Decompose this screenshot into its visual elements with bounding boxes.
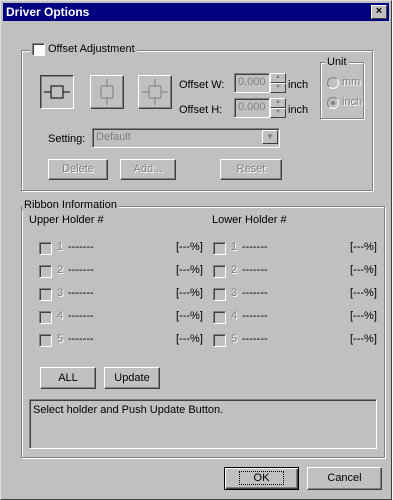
mm-label: mm bbox=[342, 76, 361, 88]
lower-holder-number: 2 bbox=[231, 264, 238, 276]
ok-label: OK bbox=[238, 471, 285, 485]
lower-holder-name: ------- bbox=[242, 310, 268, 322]
upper-holder-percent: [---%] bbox=[176, 241, 203, 253]
offset-w-unit: inch bbox=[288, 79, 309, 91]
unit-group: Unit mm inch bbox=[320, 56, 364, 119]
offset-adjustment-group: Offset Adjustment Offset W: 0.000 ▲ ▼ in… bbox=[21, 43, 373, 191]
upper-holder-number: 5 bbox=[57, 333, 64, 345]
inch-label: inch bbox=[342, 96, 363, 108]
inch-radio[interactable] bbox=[327, 97, 339, 109]
upper-holder-number: 1 bbox=[57, 241, 64, 253]
spin-up-icon: ▲ bbox=[270, 98, 286, 108]
upper-holder-percent: [---%] bbox=[176, 287, 203, 299]
upper-holder-number: 2 bbox=[57, 264, 64, 276]
upper-holder-percent: [---%] bbox=[176, 310, 203, 322]
upper-holder-percent: [---%] bbox=[176, 264, 203, 276]
upper-holder-checkbox[interactable] bbox=[39, 334, 52, 347]
upper-holder-name: ------- bbox=[68, 287, 94, 299]
lower-holder-number: 1 bbox=[231, 241, 238, 253]
lower-holder-number: 4 bbox=[231, 310, 238, 322]
ribbon-information-group: Ribbon Information Upper Holder # Lower … bbox=[21, 199, 385, 458]
mm-radio[interactable] bbox=[327, 77, 339, 89]
spin-down-icon: ▼ bbox=[270, 83, 286, 93]
vertical-offset-icon bbox=[100, 79, 114, 105]
offset-w-spinner[interactable]: ▲ ▼ bbox=[270, 73, 286, 93]
lower-holder-checkbox[interactable] bbox=[213, 311, 226, 324]
lower-holder-percent: [---%] bbox=[350, 310, 377, 322]
status-message: Select holder and Push Update Button. bbox=[29, 399, 377, 449]
lower-holder-name: ------- bbox=[242, 287, 268, 299]
window-title: Driver Options bbox=[6, 5, 90, 19]
title-bar[interactable]: Driver Options × bbox=[3, 3, 389, 21]
offset-adjustment-label: Offset Adjustment bbox=[48, 43, 135, 55]
lower-holder-number: 5 bbox=[231, 333, 238, 345]
offset-w-input[interactable]: 0.000 bbox=[234, 73, 270, 93]
offset-h-label: Offset H: bbox=[179, 104, 223, 116]
all-button[interactable]: ALL bbox=[40, 367, 96, 389]
spin-up-icon: ▲ bbox=[270, 73, 286, 83]
setting-select[interactable]: Default ▼ bbox=[92, 128, 280, 148]
upper-holder-percent: [---%] bbox=[176, 333, 203, 345]
upper-holder-name: ------- bbox=[68, 310, 94, 322]
lower-holder-name: ------- bbox=[242, 264, 268, 276]
horizontal-offset-button[interactable] bbox=[40, 75, 74, 109]
upper-holder-checkbox[interactable] bbox=[39, 242, 52, 255]
offset-w-label: Offset W: bbox=[179, 79, 225, 91]
lower-holder-header: Lower Holder # bbox=[212, 214, 287, 226]
offset-h-spinner[interactable]: ▲ ▼ bbox=[270, 98, 286, 118]
setting-label: Setting: bbox=[48, 133, 86, 145]
ribbon-information-legend: Ribbon Information bbox=[22, 199, 119, 211]
upper-holder-checkbox[interactable] bbox=[39, 288, 52, 301]
upper-holder-checkbox[interactable] bbox=[39, 265, 52, 278]
chevron-down-icon[interactable]: ▼ bbox=[262, 130, 278, 144]
upper-holder-checkbox[interactable] bbox=[39, 311, 52, 324]
lower-holder-percent: [---%] bbox=[350, 287, 377, 299]
spin-down-icon: ▼ bbox=[270, 108, 286, 118]
delete-button[interactable]: Delete bbox=[48, 159, 108, 180]
setting-value: Default bbox=[96, 131, 131, 143]
cancel-button[interactable]: Cancel bbox=[307, 467, 382, 490]
unit-legend: Unit bbox=[325, 56, 349, 68]
driver-options-dialog: Driver Options × Offset Adjustment Offse… bbox=[0, 0, 392, 500]
upper-holder-name: ------- bbox=[68, 333, 94, 345]
offset-h-unit: inch bbox=[288, 104, 309, 116]
add-button[interactable]: Add... bbox=[120, 159, 176, 180]
lower-holder-percent: [---%] bbox=[350, 241, 377, 253]
upper-holder-name: ------- bbox=[68, 264, 94, 276]
close-button[interactable]: × bbox=[371, 5, 387, 19]
offset-adjustment-checkbox[interactable] bbox=[32, 43, 45, 56]
lower-holder-number: 3 bbox=[231, 287, 238, 299]
ok-button[interactable]: OK bbox=[224, 467, 299, 490]
lower-holder-checkbox[interactable] bbox=[213, 242, 226, 255]
offset-h-input[interactable]: 0.000 bbox=[234, 98, 270, 118]
lower-holder-name: ------- bbox=[242, 333, 268, 345]
lower-holder-checkbox[interactable] bbox=[213, 288, 226, 301]
upper-holder-name: ------- bbox=[68, 241, 94, 253]
both-offset-button[interactable] bbox=[138, 75, 172, 109]
reset-button[interactable]: Reset bbox=[220, 159, 282, 180]
upper-holder-number: 3 bbox=[57, 287, 64, 299]
lower-holder-checkbox[interactable] bbox=[213, 334, 226, 347]
lower-holder-checkbox[interactable] bbox=[213, 265, 226, 278]
lower-holder-percent: [---%] bbox=[350, 333, 377, 345]
both-offset-icon bbox=[142, 79, 168, 105]
lower-holder-percent: [---%] bbox=[350, 264, 377, 276]
vertical-offset-button[interactable] bbox=[90, 75, 124, 109]
horizontal-offset-icon bbox=[44, 85, 70, 99]
upper-holder-header: Upper Holder # bbox=[29, 214, 104, 226]
lower-holder-name: ------- bbox=[242, 241, 268, 253]
upper-holder-number: 4 bbox=[57, 310, 64, 322]
update-button[interactable]: Update bbox=[104, 367, 160, 389]
offset-adjustment-legend: Offset Adjustment bbox=[30, 43, 137, 56]
